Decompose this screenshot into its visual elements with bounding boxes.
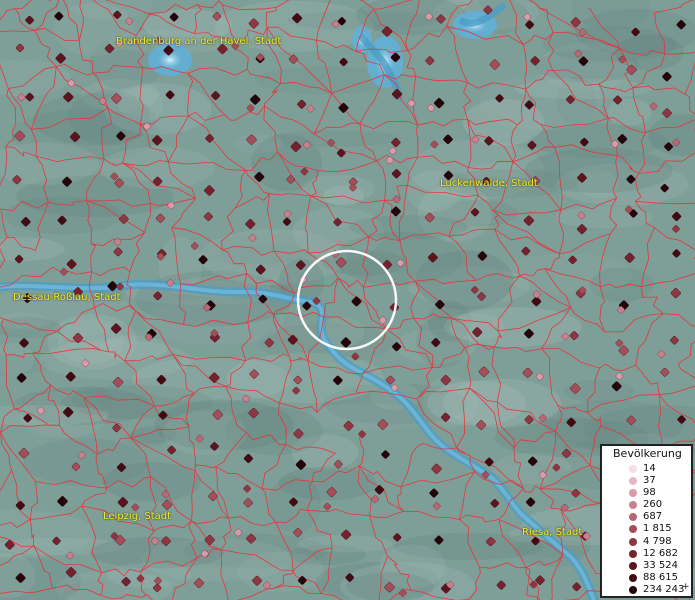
legend-swatch <box>629 513 637 522</box>
legend-plus-marker: + <box>682 581 690 592</box>
terrain-patch <box>606 98 652 126</box>
terrain-patch <box>463 163 535 182</box>
terrain-patch <box>236 551 325 592</box>
legend-title: Bevölkerung <box>613 447 682 460</box>
legend-swatch <box>629 585 637 594</box>
legend-item: 14 <box>602 463 691 475</box>
legend-item: 33 524 <box>602 560 691 572</box>
legend-item: 1 815 <box>602 523 691 535</box>
legend-swatch <box>629 573 637 582</box>
legend-label: 33 524 <box>643 559 678 571</box>
legend-swatch <box>629 489 637 498</box>
legend-swatch <box>629 465 637 473</box>
legend-item: 37 <box>602 475 691 487</box>
population-legend: Bevölkerung 14 37 98 260 687 1 815 4 798 12 682… <box>600 444 693 598</box>
legend-item: 4 798 <box>602 536 691 548</box>
legend-item: 234 243 + <box>602 581 691 596</box>
map-canvas[interactable]: Brandenburg an der Havel, Stadt Luckenwa… <box>0 0 695 600</box>
legend-label: 4 798 <box>643 535 672 547</box>
legend-label: 98 <box>643 487 656 499</box>
legend-label: 687 <box>643 511 663 523</box>
legend-label: 260 <box>643 499 663 511</box>
legend-item: 98 <box>602 487 691 499</box>
legend-label: 14 <box>643 463 656 474</box>
legend-item: 12 682 <box>602 548 691 560</box>
legend-label: 37 <box>643 475 656 487</box>
legend-swatch <box>629 501 637 510</box>
legend-label: 1 815 <box>643 523 672 535</box>
legend-swatch <box>629 537 637 546</box>
terrain-patch <box>556 206 654 229</box>
legend-item: 88 615 <box>602 572 691 584</box>
legend-label: 234 243 <box>643 583 685 595</box>
map-graphics <box>0 0 695 600</box>
legend-item: 260 <box>602 499 691 511</box>
legend-item: 687 <box>602 511 691 523</box>
legend-label: 88 615 <box>643 571 678 583</box>
legend-swatch <box>629 561 637 570</box>
legend-swatch <box>629 525 637 534</box>
legend-label: 12 682 <box>643 547 678 559</box>
legend-rows: 14 37 98 260 687 1 815 4 798 12 682 33 524 88 615… <box>602 463 691 596</box>
terrain-patch <box>301 174 375 204</box>
legend-swatch <box>629 477 637 486</box>
terrain-patch <box>524 147 673 194</box>
legend-swatch <box>629 549 637 558</box>
terrain-patch <box>38 340 192 380</box>
